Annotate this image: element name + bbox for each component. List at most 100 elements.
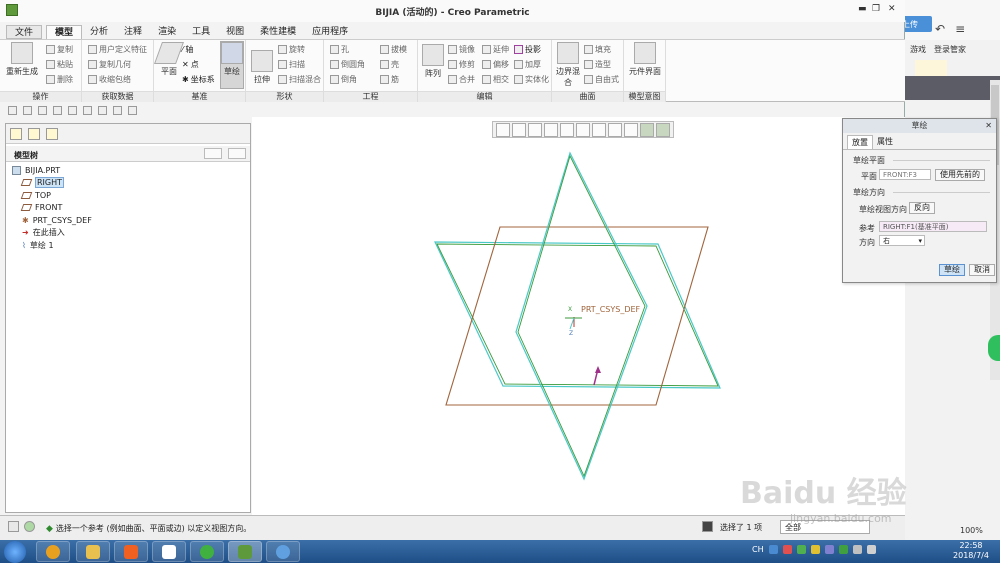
fill-button[interactable]: 填充 [584,44,611,55]
csys-label[interactable]: PRT_CSYS_DEF [581,305,641,314]
extend-button[interactable]: 延伸 [482,44,509,55]
tray-icon-5[interactable] [824,545,834,554]
axis-button[interactable]: ⁄ 轴 [182,44,193,55]
extrude-button[interactable]: 拉伸 [250,50,274,85]
datum-plane-top[interactable] [434,241,721,389]
network-icon[interactable] [852,545,862,554]
copy-geometry-button[interactable]: 复制几何 [88,59,131,70]
close-window-icon[interactable] [113,105,122,115]
taskbar-creo[interactable] [228,541,262,562]
paste-button[interactable]: 粘贴 [46,59,73,70]
open-icon[interactable] [23,105,32,115]
csys-button[interactable]: ✱ 坐标系 [182,74,215,85]
taskbar-green-app[interactable] [190,541,224,562]
udf-button[interactable]: 用户定义特征 [88,44,147,55]
model-tree-tab-icon[interactable] [10,128,22,140]
taskbar-paint[interactable] [266,541,300,562]
new-icon[interactable] [8,105,17,115]
group-label-shape[interactable]: 形状 [246,91,323,102]
copy-button[interactable]: 复制 [46,44,73,55]
cancel-button[interactable]: 取消 [969,264,995,276]
group-label-operations[interactable]: 操作 [0,91,81,102]
offset-button[interactable]: 偏移 [482,59,509,70]
use-previous-button[interactable]: 使用先前的 [935,169,985,181]
group-label-edit[interactable]: 编辑 [418,91,551,102]
tree-item-right[interactable]: RIGHT [12,177,92,190]
graphics-window[interactable]: PRT_CSYS_DEF X Z [252,117,905,515]
tab-file[interactable]: 文件 [6,25,43,39]
redo-icon[interactable] [68,105,77,115]
sketch-ok-button[interactable]: 草绘 [939,264,965,276]
intersect-button[interactable]: 相交 [482,74,509,85]
minimize-icon[interactable]: ▬ [858,4,867,14]
plane-field[interactable]: FRONT:F3 [879,169,931,180]
group-label-get-data[interactable]: 获取数据 [82,91,153,102]
plane-button[interactable]: 平面 [153,42,185,77]
language-indicator[interactable]: CH [752,545,764,554]
menu-icon[interactable]: ≡ [955,22,965,36]
solidify-button[interactable]: 实体化 [514,74,549,85]
tree-root[interactable]: BIJIA.PRT [12,164,92,177]
taskbar-explorer[interactable] [76,541,110,562]
delete-button[interactable]: 删除 [46,74,73,85]
tab-annotate[interactable]: 注释 [116,25,150,39]
customize-icon[interactable] [128,105,137,115]
start-button[interactable] [4,541,26,563]
component-interface-button[interactable]: 元件界面 [628,42,662,77]
boundary-blend-button[interactable]: 边界混合 [554,42,582,88]
freestyle-button[interactable]: 自由式 [584,74,619,85]
tray-icon-3[interactable] [796,545,806,554]
volume-icon[interactable] [866,545,876,554]
tab-tools[interactable]: 工具 [184,25,218,39]
regenerate-small-icon[interactable] [83,105,92,115]
game-link[interactable]: 游戏 [910,44,926,55]
flip-button[interactable]: 反向 [909,202,935,214]
undo-icon[interactable] [53,105,62,115]
regenerate-button[interactable]: 重新生成 [6,42,38,77]
orientation-select[interactable]: 右 ▾ [879,235,925,246]
layout-icon[interactable] [8,521,19,532]
shrinkwrap-button[interactable]: 收缩包络 [88,74,131,85]
merge-button[interactable]: 合并 [448,74,475,85]
favorites-tab-icon[interactable] [46,128,58,140]
shell-button[interactable]: 壳 [380,59,399,70]
swept-blend-button[interactable]: 扫描混合 [278,74,321,85]
dialog-titlebar[interactable]: 草绘 ✕ [843,119,996,133]
tree-settings-icon[interactable] [204,148,222,159]
tray-icon-2[interactable] [782,545,792,554]
style-button[interactable]: 造型 [584,59,611,70]
tree-show-icon[interactable] [228,148,246,159]
tab-applications[interactable]: 应用程序 [304,25,356,39]
floating-green-button[interactable] [988,335,1000,361]
sketch-button[interactable]: 草绘 [220,41,244,89]
zoom-level[interactable]: 100% [960,526,983,535]
tree-item-insert-here[interactable]: ➜ 在此插入 [12,227,92,240]
rib-button[interactable]: 筋 [380,74,399,85]
pattern-button[interactable]: 阵列 [422,44,444,79]
project-button[interactable]: 投影 [514,44,541,55]
tab-analysis[interactable]: 分析 [82,25,116,39]
taskbar-baidu-cloud[interactable] [152,541,186,562]
tab-properties[interactable]: 属性 [873,135,897,149]
tree-item-csys[interactable]: ✱ PRT_CSYS_DEF [12,214,92,227]
clock[interactable]: 22:58 2018/7/4 [946,541,996,561]
taskbar-chrome[interactable] [36,541,70,562]
save-icon[interactable] [38,105,47,115]
draft-button[interactable]: 拔模 [380,44,407,55]
selection-count[interactable]: 选择了 1 项 [720,522,762,533]
group-label-surface[interactable]: 曲面 [552,91,623,102]
dialog-close-icon[interactable]: ✕ [985,119,992,133]
sweep-button[interactable]: 扫描 [278,59,305,70]
tree-item-front[interactable]: FRONT [12,202,92,215]
tree-item-sketch[interactable]: ⌇ 草绘 1 [12,239,92,252]
taskbar-media[interactable] [114,541,148,562]
chamfer-button[interactable]: 倒角 [330,74,357,85]
datum-plane-front[interactable] [445,226,709,406]
login-link[interactable]: 登录管家 [934,44,966,55]
tab-flexible-modeling[interactable]: 柔性建模 [252,25,304,39]
tray-icon-6[interactable] [838,545,848,554]
revolve-button[interactable]: 旋转 [278,44,305,55]
folder-browser-tab-icon[interactable] [28,128,40,140]
tab-view[interactable]: 视图 [218,25,252,39]
group-label-datum[interactable]: 基准 [154,91,245,102]
